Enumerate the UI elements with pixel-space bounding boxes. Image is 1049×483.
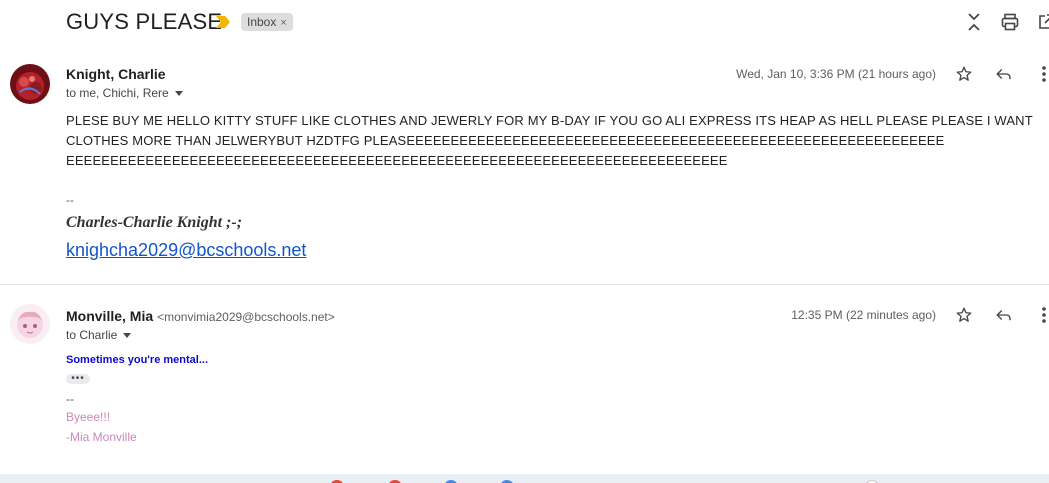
reply-icon [996,310,1011,321]
message-timestamp: Wed, Jan 10, 3:36 PM (21 hours ago) [736,67,936,81]
thread-header: GUYS PLEASE Inbox × [0,0,1049,44]
message-actions [949,62,1049,86]
signature-separator: -- [66,392,74,406]
more-options-button[interactable] [1032,62,1049,86]
message-timestamp: 12:35 PM (22 minutes ago) [791,308,936,322]
signature-line: -Mia Monville [66,430,137,444]
sender-name[interactable]: Knight, Charlie [66,66,166,82]
thread-subject: GUYS PLEASE [66,9,223,34]
recipients-text: to me, Chichi, Rere [66,86,169,100]
message-1: Knight, Charlie to me, Chichi, Rere Wed,… [0,56,1049,284]
collapse-all-button[interactable] [962,10,986,34]
recipients-text: to Charlie [66,328,118,342]
print-icon [1001,13,1019,31]
signature-separator: -- [66,193,74,207]
sender-name[interactable]: Monville, Mia <monvimia2029@bcschools.net… [66,308,335,324]
inbox-label-chip[interactable]: Inbox × [241,13,293,31]
recipients-toggle[interactable]: to me, Chichi, Rere [66,86,183,100]
reply-icon [996,69,1011,80]
star-icon [956,307,972,322]
body-line: CLOTHES MORE THAN JELWERYBUT HZDTFG PLEA… [66,133,945,148]
message-body-bold: Sometimes you're mental... [66,354,208,366]
message-divider [0,284,1049,285]
body-line: PLESE BUY ME HELLO KITTY STUFF LIKE CLOT… [66,113,1033,128]
open-in-new-window-icon [1039,14,1049,29]
sender-avatar[interactable] [10,304,50,344]
signature-name: Charles-Charlie Knight ;-; [66,214,243,231]
signature-line: Byeee!!! [66,410,111,424]
message-actions [949,303,1049,327]
chevron-down-icon [123,332,132,338]
more-vertical-icon [1042,66,1046,82]
sender-email: <monvimia2029@bcschools.net> [157,310,335,324]
avatar-image-icon [10,304,50,344]
reply-button[interactable] [992,303,1016,327]
collapse-icon [968,13,980,31]
message-body: PLESE BUY ME HELLO KITTY STUFF LIKE CLOT… [66,111,1041,171]
message-2: Monville, Mia <monvimia2029@bcschools.net… [0,294,1049,459]
star-button[interactable] [952,303,976,327]
more-options-button[interactable] [1032,303,1049,327]
print-all-button[interactable] [998,10,1022,34]
inbox-label-text: Inbox [247,15,277,29]
reply-button[interactable] [992,62,1016,86]
signature-email-link[interactable]: knighcha2029@bcschools.net [66,240,306,261]
open-in-new-window-button[interactable] [1034,10,1049,34]
remove-label-icon[interactable]: × [280,17,286,29]
recipients-toggle[interactable]: to Charlie [66,328,132,342]
star-button[interactable] [952,62,976,86]
sender-name-text: Monville, Mia [66,308,154,324]
sender-avatar[interactable] [10,64,50,104]
importance-marker-icon[interactable] [216,16,230,28]
star-icon [956,66,972,81]
chevron-down-icon [174,90,183,96]
more-vertical-icon [1042,307,1046,323]
bottom-strip [0,474,1049,483]
body-line: EEEEEEEEEEEEEEEEEEEEEEEEEEEEEEEEEEEEEEEE… [66,153,728,168]
avatar-image-icon [10,64,50,104]
show-trimmed-content-button[interactable]: ••• [66,374,90,384]
